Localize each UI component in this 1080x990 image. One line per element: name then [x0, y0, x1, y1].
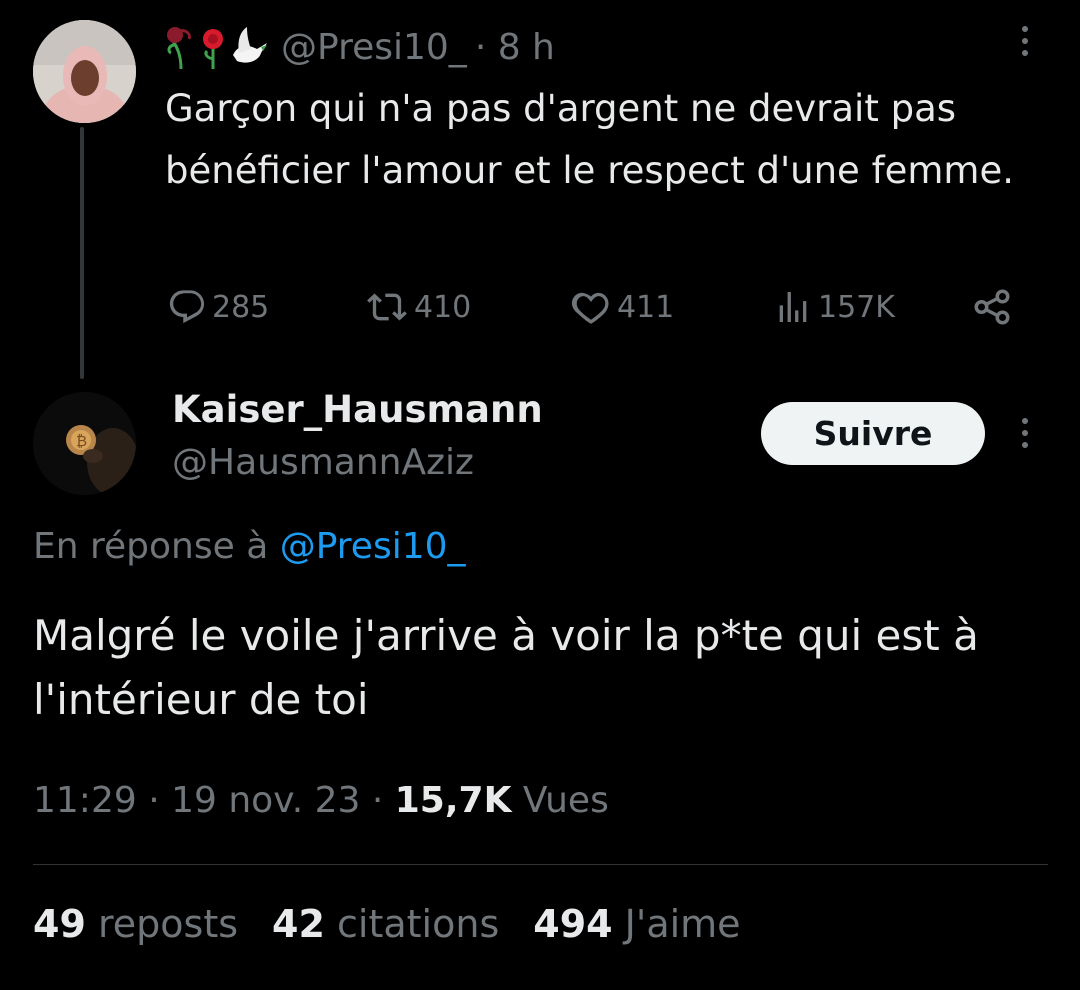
like-button[interactable]: 411 — [570, 283, 674, 331]
reply-more-options-icon[interactable] — [1021, 418, 1029, 448]
like-count: 411 — [617, 289, 675, 325]
follow-button[interactable]: Suivre — [761, 402, 985, 465]
engagement-stats: 49 reposts 42 citations 494 J'aime — [33, 902, 741, 946]
thread-line — [80, 127, 84, 379]
rose-icon — [203, 29, 223, 69]
reply-views-label: Vues — [522, 780, 609, 821]
parent-tweet-text: Garçon qui n'a pas d'argent ne devrait p… — [165, 87, 1014, 192]
reply-context: En réponse à @Presi10_ — [33, 526, 466, 567]
reply-icon — [169, 290, 205, 324]
quotes-count: 42 — [272, 902, 325, 946]
parent-time[interactable]: · 8 h — [475, 27, 555, 68]
repost-count: 410 — [414, 289, 472, 325]
reply-count: 285 — [212, 289, 270, 325]
parent-action-bar: 285 410 411 157K — [167, 283, 1017, 331]
wilted-rose-icon — [167, 27, 191, 69]
parent-tweet-header: @Presi10_ · 8 h — [167, 22, 555, 72]
quotes-stat[interactable]: 42 citations — [272, 902, 499, 946]
heart-icon — [571, 292, 609, 324]
parent-handle[interactable]: @Presi10_ — [281, 27, 467, 68]
likes-stat[interactable]: 494 J'aime — [533, 902, 740, 946]
reply-meta: 11:29 · 19 nov. 23 · 15,7K Vues — [33, 780, 609, 821]
views-chart-icon — [779, 292, 807, 322]
avatar-presi10[interactable] — [33, 20, 136, 123]
divider — [33, 864, 1048, 865]
likes-count: 494 — [533, 902, 613, 946]
reply-time[interactable]: 11:29 — [33, 780, 137, 821]
reposts-count: 49 — [33, 902, 86, 946]
more-options-icon[interactable] — [1021, 26, 1029, 56]
repost-icon — [367, 293, 407, 321]
reply-tweet-text: Malgré le voile j'arrive à voir la p*te … — [33, 611, 979, 724]
share-button[interactable] — [971, 283, 1013, 331]
reply-context-link[interactable]: @Presi10_ — [280, 526, 466, 567]
view-count: 157K — [818, 289, 895, 325]
emoji-group — [167, 25, 269, 69]
reply-date[interactable]: 19 nov. 23 — [171, 780, 360, 821]
likes-label: J'aime — [624, 902, 741, 946]
avatar-hausmann[interactable]: ₿ — [33, 392, 136, 495]
reply-views-count: 15,7K — [394, 780, 512, 821]
views-button[interactable]: 157K — [773, 283, 895, 331]
reposts-label: reposts — [97, 902, 239, 946]
reply-handle[interactable]: @HausmannAziz — [172, 442, 474, 483]
reply-display-name[interactable]: Kaiser_Hausmann — [172, 388, 543, 431]
share-icon — [974, 289, 1010, 325]
reposts-stat[interactable]: 49 reposts — [33, 902, 238, 946]
reply-button[interactable]: 285 — [167, 283, 269, 331]
svg-text:₿: ₿ — [76, 432, 87, 450]
dove-icon — [233, 27, 267, 63]
repost-button[interactable]: 410 — [365, 283, 471, 331]
quotes-label: citations — [337, 902, 500, 946]
reply-context-label: En réponse à — [33, 526, 269, 567]
